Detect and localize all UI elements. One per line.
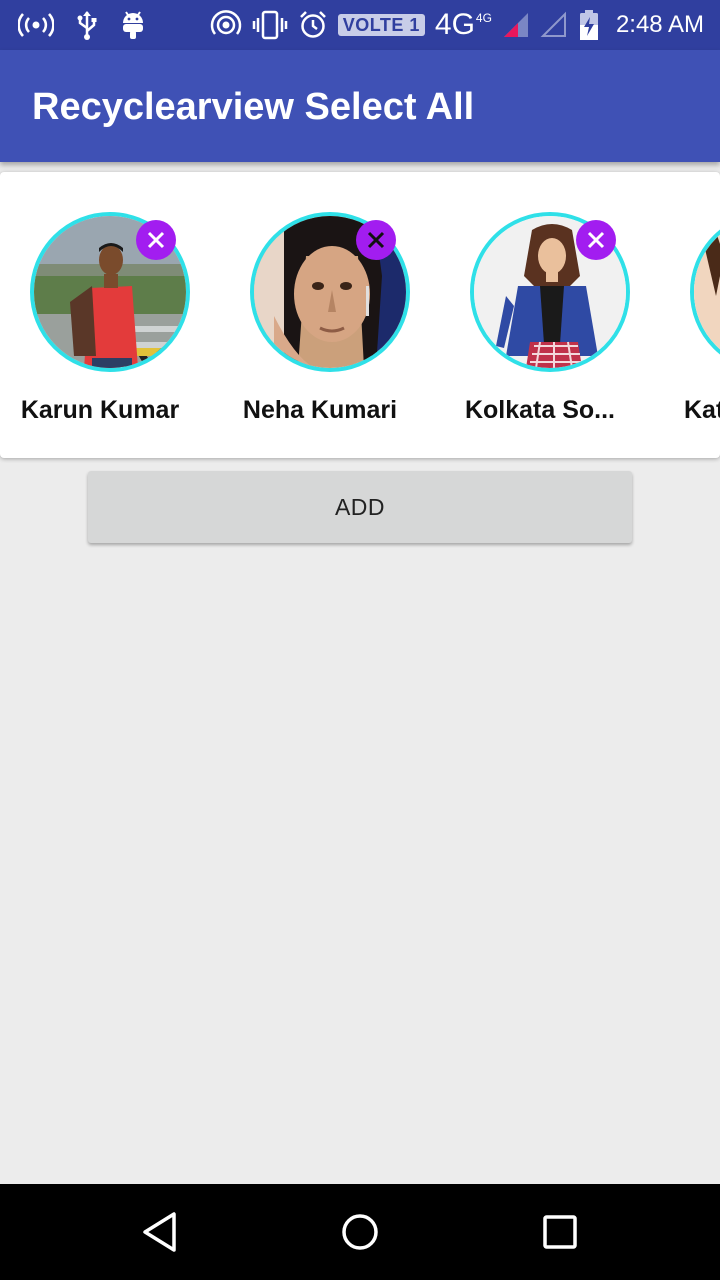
- remove-contact-button[interactable]: [136, 220, 176, 260]
- back-button[interactable]: [136, 1208, 184, 1256]
- volte-badge: VOLTE 1: [337, 14, 425, 36]
- recents-icon: [543, 1215, 577, 1249]
- contact-item[interactable]: Kolkata So...: [440, 172, 640, 458]
- contact-item[interactable]: Karun Kumar: [0, 172, 200, 458]
- status-bar: VOLTE 1 4G4G 2:48 AM: [0, 0, 720, 50]
- remove-contact-button[interactable]: [356, 220, 396, 260]
- contact-name: Kat: [684, 396, 720, 424]
- contact-item[interactable]: Kat: [660, 172, 720, 458]
- remove-contact-button[interactable]: [576, 220, 616, 260]
- clock: 2:48 AM: [615, 11, 704, 38]
- contact-item[interactable]: Neha Kumari: [220, 172, 420, 458]
- selected-contacts-list[interactable]: Karun Kumar Neha Kumari Kolkata So... Ka: [0, 172, 720, 458]
- alarm-icon: [298, 10, 328, 40]
- contact-name: Karun Kumar: [20, 396, 180, 424]
- signal-empty-icon: [540, 11, 568, 39]
- network-type: 4G4G: [435, 8, 492, 42]
- home-button[interactable]: [336, 1208, 384, 1256]
- avatar[interactable]: [690, 212, 720, 372]
- page-title: Recyclearview Select All: [32, 86, 475, 128]
- network-type-label: 4G: [434, 8, 475, 41]
- home-icon: [342, 1214, 378, 1250]
- close-icon: [587, 231, 605, 249]
- usb-icon: [76, 10, 98, 40]
- hotspot-icon: [18, 12, 54, 38]
- signal-icon: [502, 11, 530, 39]
- close-icon: [147, 231, 165, 249]
- close-icon: [367, 231, 385, 249]
- vibrate-icon: [252, 10, 288, 40]
- contact-name: Kolkata So...: [464, 396, 616, 424]
- app-bar: Recyclearview Select All: [0, 50, 720, 162]
- wifi-calling-icon: [210, 10, 242, 40]
- android-debug-icon: [120, 10, 146, 40]
- add-button[interactable]: ADD: [88, 471, 632, 543]
- network-type-sup: 4G: [475, 11, 492, 25]
- battery-charging-icon: [578, 9, 600, 41]
- navigation-bar: [0, 1184, 720, 1280]
- recents-button[interactable]: [536, 1208, 584, 1256]
- contact-name: Neha Kumari: [242, 396, 398, 424]
- back-icon: [143, 1212, 176, 1252]
